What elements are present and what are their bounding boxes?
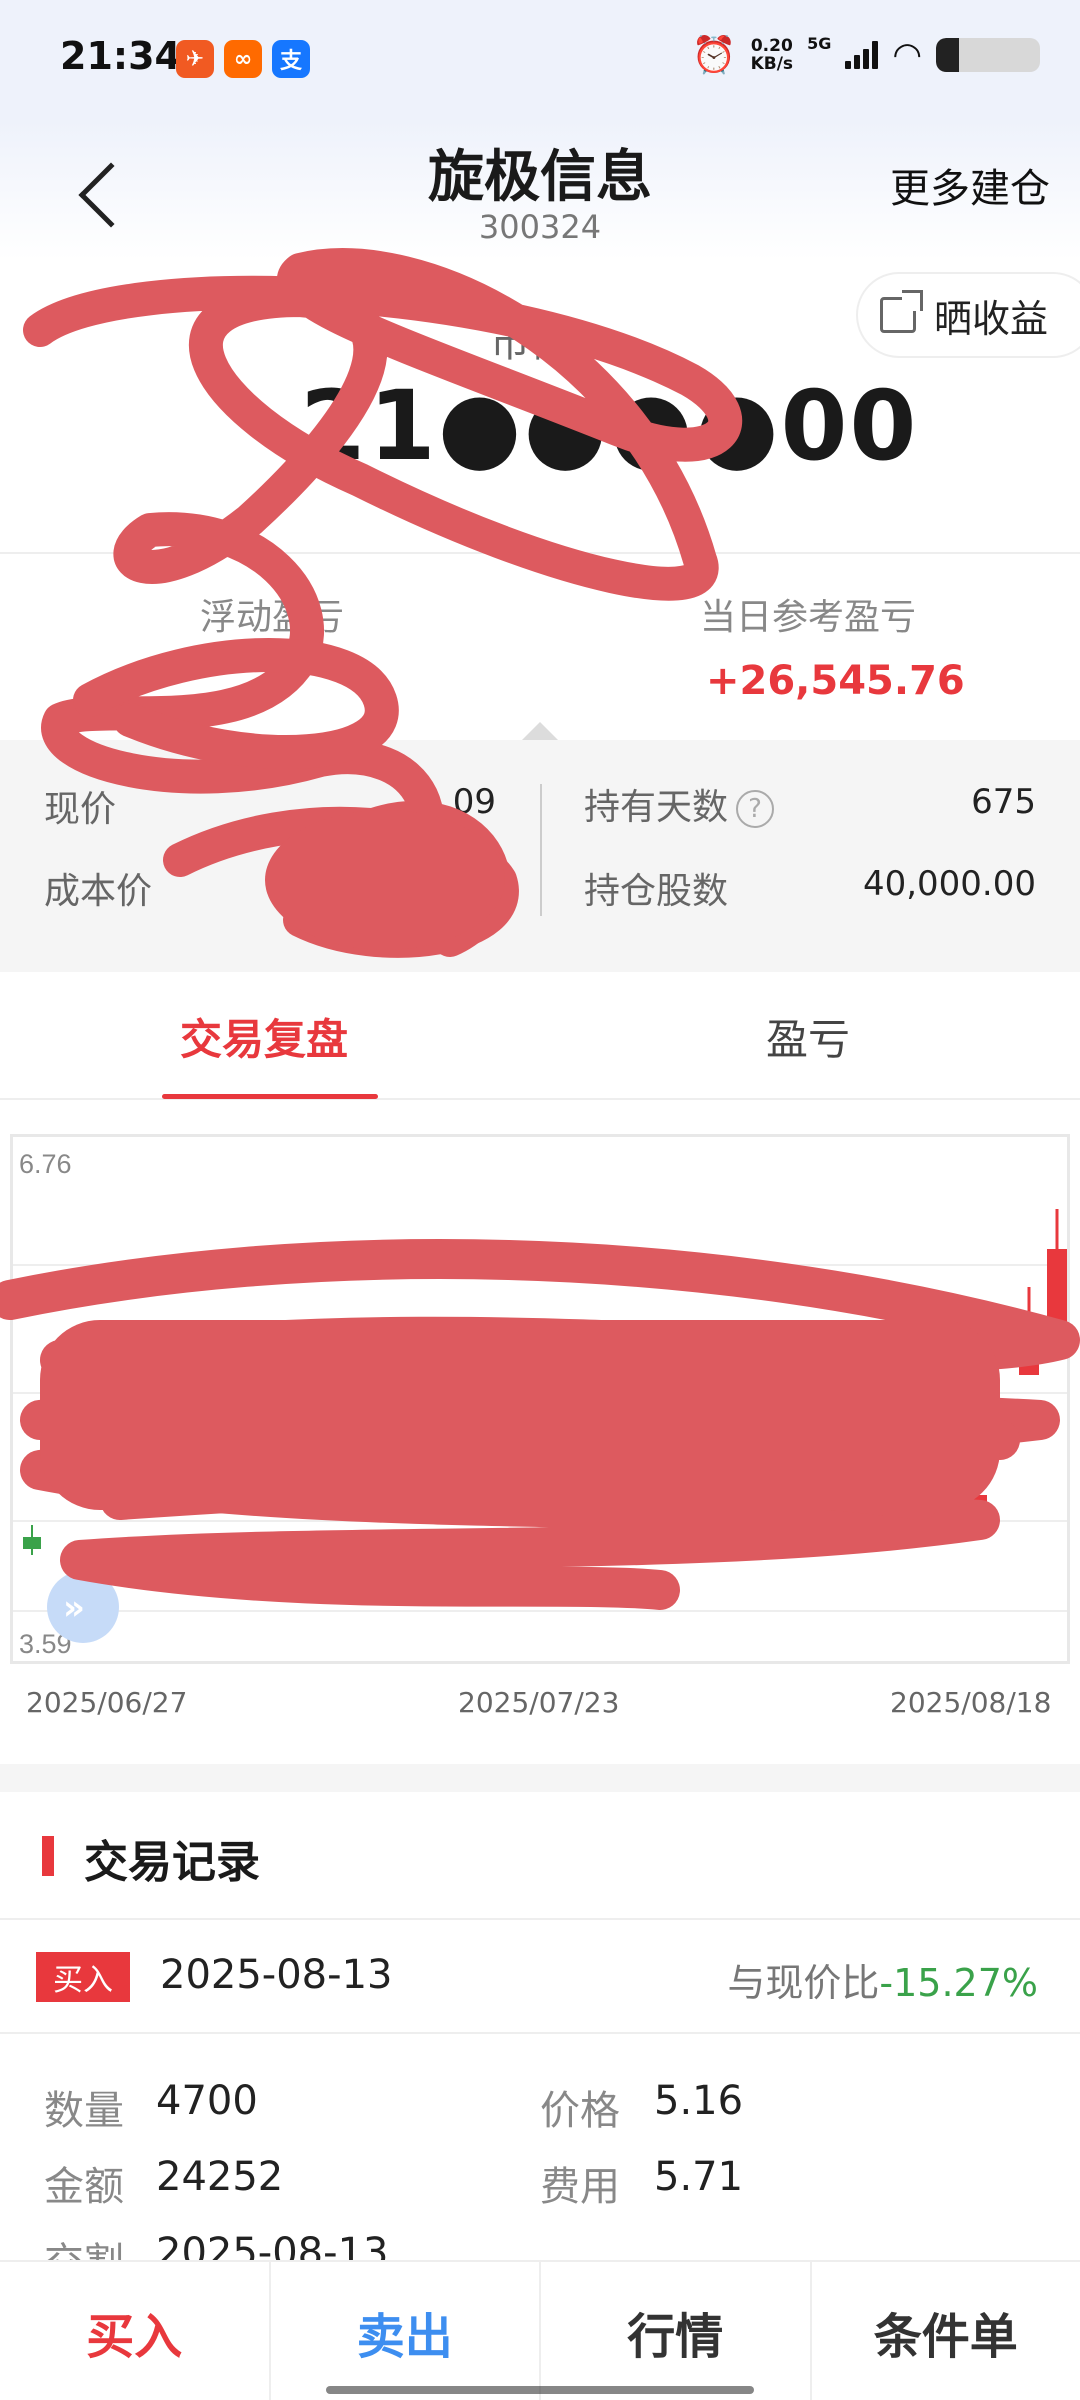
shares-held-label: 持仓股数 <box>584 871 729 912</box>
paper-plane-app-icon: ✈ <box>176 40 214 78</box>
help-icon[interactable]: ? <box>736 790 775 828</box>
current-price-label: 现价 <box>44 789 117 830</box>
holding-days-label: 持有天数? <box>584 778 775 830</box>
trade-records-title: 交易记录 <box>84 1837 260 1888</box>
today-pl-label: 当日参考盈亏 <box>700 597 917 638</box>
status-indicators: ⏰ 0.20 KB/s 5G ◠ <box>692 34 1040 76</box>
notification-icons: ✈ ∞ 支 <box>176 40 310 78</box>
y-max-label: 6.76 <box>19 1149 72 1179</box>
status-time: 21:34 <box>60 34 181 78</box>
price-label: 价格 <box>540 2088 620 2134</box>
market-value: 21●●●●00 <box>300 370 919 482</box>
home-indicator[interactable] <box>326 2386 754 2394</box>
floating-pl-label: 浮动盈亏 <box>200 597 345 638</box>
sell-button[interactable]: 卖出 <box>271 2262 541 2400</box>
share-icon <box>880 290 923 333</box>
alarm-icon: ⏰ <box>691 35 737 76</box>
battery-level <box>936 38 959 72</box>
kline-chart[interactable]: 6.76 3.59 3 » <box>10 1134 1070 1664</box>
tab-bar: 交易复盘 盈亏 <box>0 972 1080 1100</box>
conditional-order-button[interactable]: 条件单 <box>812 2262 1080 2400</box>
tab-profit-loss[interactable]: 盈亏 <box>766 1006 850 1067</box>
quantity-value: 4700 <box>156 2078 258 2124</box>
buy-button[interactable]: 买入 <box>0 2262 271 2400</box>
status-bar: 21:34 ✈ ∞ 支 ⏰ 0.20 KB/s 5G ◠ <box>0 0 1080 120</box>
wifi-icon: ◠ <box>892 35 922 75</box>
info-separator <box>540 784 542 916</box>
amount-value: 24252 <box>156 2154 284 2200</box>
header: 旋极信息 300324 更多建仓 <box>0 120 1080 260</box>
market-value-label: 市值 <box>490 320 570 366</box>
shares-held-value: 40,000.00 <box>862 864 1036 904</box>
x-axis-label-end: 2025/08/18 <box>890 1686 1052 1719</box>
x-axis-label-mid: 2025/07/23 <box>458 1686 620 1719</box>
trade-type-badge: 买入 <box>36 1952 130 2002</box>
bottom-action-bar: 买入 卖出 行情 条件单 <box>0 2260 1080 2400</box>
fee-label: 费用 <box>540 2164 620 2210</box>
kline-chart-svg: 6.76 3.59 3 » <box>13 1149 1067 1659</box>
trade-date: 2025-08-13 <box>160 1952 393 1998</box>
trade-marker-label: 3 <box>962 1500 975 1527</box>
tab-trade-review[interactable]: 交易复盘 <box>180 1006 348 1067</box>
current-price-value: 09 <box>452 782 496 822</box>
amount-label: 金额 <box>44 2164 124 2210</box>
share-label: 晒收益 <box>934 296 1049 341</box>
price-value: 5.16 <box>654 2078 744 2124</box>
section-marker <box>42 1836 54 1876</box>
infinity-app-icon: ∞ <box>224 40 262 78</box>
divider <box>0 1918 1080 1920</box>
net-speed: 0.20 KB/s <box>750 36 794 74</box>
network-type: 5G <box>807 33 832 53</box>
double-chevron-icon: » <box>63 1588 85 1628</box>
candle <box>1047 1249 1067 1329</box>
signal-icon <box>845 41 879 69</box>
divider <box>0 2032 1080 2034</box>
holding-days-value: 675 <box>971 782 1036 822</box>
quantity-label: 数量 <box>44 2088 124 2134</box>
share-earnings-button[interactable]: 晒收益 <box>856 272 1080 358</box>
x-axis-label-start: 2025/06/27 <box>26 1686 188 1719</box>
more-build-position-button[interactable]: 更多建仓 <box>890 156 1050 214</box>
section-gap <box>0 1764 1080 1792</box>
cost-price-label: 成本价 <box>44 871 153 912</box>
quote-button[interactable]: 行情 <box>541 2262 812 2400</box>
alipay-app-icon: 支 <box>272 40 310 78</box>
today-pl-value: +26,545.76 <box>706 658 965 704</box>
candle <box>301 1559 321 1575</box>
panel-pointer <box>522 722 558 740</box>
battery-icon <box>936 38 1040 72</box>
compare-to-current: 与现价比-15.27% <box>727 1961 1038 2005</box>
compare-percent: -15.27% <box>879 1961 1038 2005</box>
fee-value: 5.71 <box>654 2154 744 2200</box>
position-info-panel: 现价 09 成本价 持有天数? 675 持仓股数 40,000.00 <box>0 740 1080 972</box>
active-tab-indicator <box>162 1094 378 1099</box>
divider <box>0 552 1080 554</box>
